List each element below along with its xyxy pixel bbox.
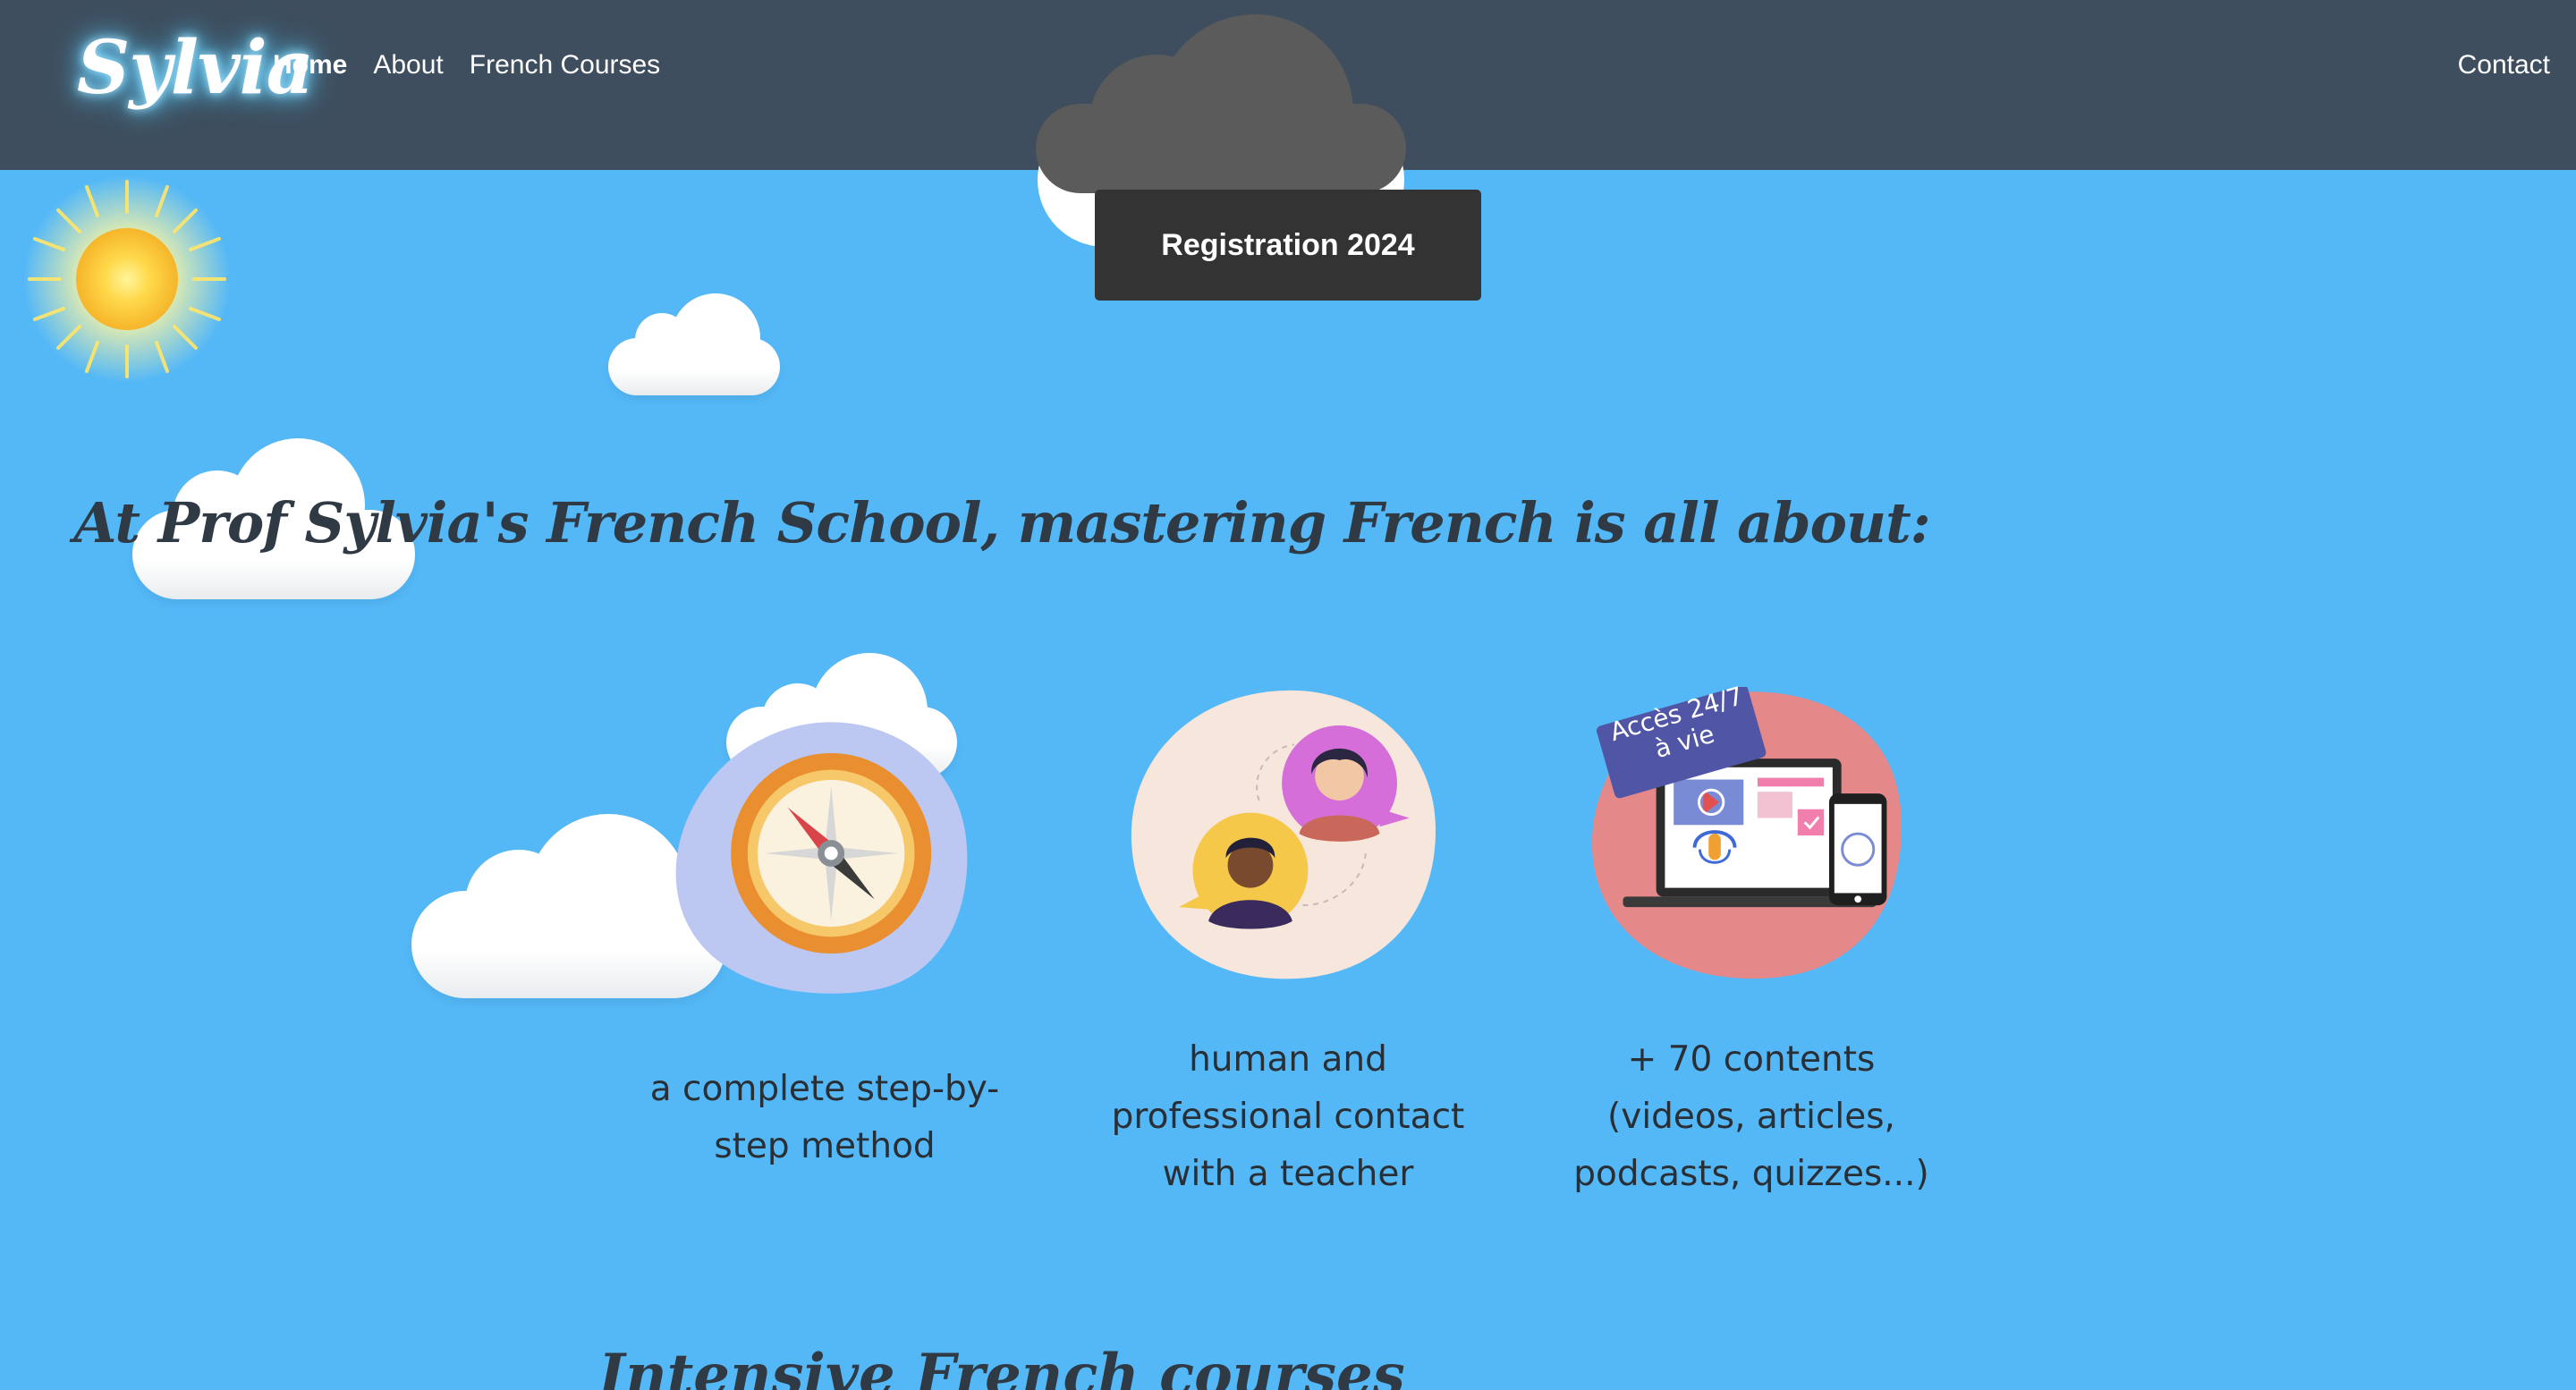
registration-button[interactable]: Registration 2024	[1095, 190, 1481, 301]
main-heading: At Prof Sylvia's French School, masterin…	[73, 490, 1930, 555]
compass-icon	[675, 722, 968, 994]
feature-caption-method: a complete step-by-step method	[649, 1069, 1000, 1166]
conversation-icon	[1131, 690, 1436, 979]
nav-french-courses[interactable]: French Courses	[470, 50, 660, 81]
feature-caption-contents: + 70 contents (videos, articles, podcast…	[1573, 1039, 1929, 1194]
cloud-small-decoration	[608, 293, 780, 397]
feature-caption-human-contact: human and professional contact with a te…	[1111, 1039, 1465, 1194]
nav-about[interactable]: About	[373, 50, 443, 81]
nav-home[interactable]: Home	[273, 50, 347, 81]
sun-icon	[23, 175, 231, 383]
main-nav: Home About French Courses	[273, 50, 686, 81]
nav-contact[interactable]: Contact	[2458, 50, 2550, 81]
section-heading-intensive-courses: Intensive French courses	[598, 1342, 1405, 1390]
secondary-nav: Contact	[2458, 50, 2550, 81]
